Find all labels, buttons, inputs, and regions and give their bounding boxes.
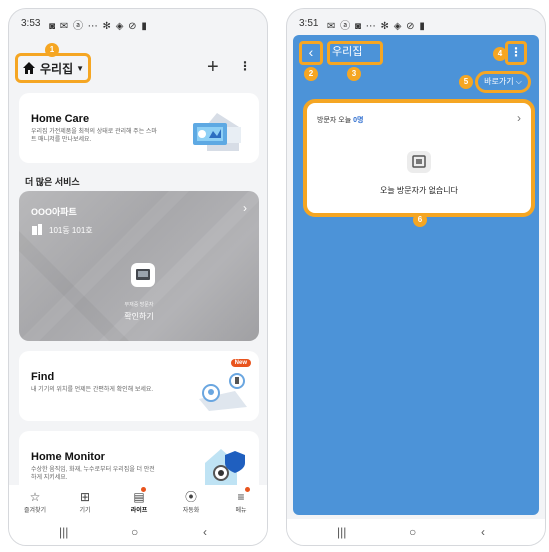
system-navigation: ||| ○ ‹ — [287, 519, 545, 545]
automation-icon: ⦿ — [184, 490, 197, 504]
recent-apps-button[interactable]: ||| — [59, 525, 68, 539]
visitor-count-prefix: 방문자 오늘 — [317, 117, 354, 124]
home-care-illustration-icon — [193, 113, 241, 151]
notification-dot — [141, 487, 146, 492]
home-button[interactable]: ○ — [131, 525, 138, 539]
home-selector[interactable]: 우리집 ▼ — [15, 53, 91, 83]
status-bar: 3:51 ✉ ⓐ ◙ ⋯ ✻ ◈ ⊘ ▮ — [287, 9, 545, 37]
more-options-icon[interactable]: ⋮ — [505, 41, 527, 65]
home-monitor-title: Home Monitor — [31, 451, 105, 463]
recent-apps-button[interactable]: ||| — [337, 525, 346, 539]
home-care-title: Home Care — [31, 113, 90, 125]
phone-left-screen: 3:53 ◙ ✉ ⓐ ⋯ ✻ ◈ ⊘ ▮ 1 우리집 ▼ + ⋮ Home Ca… — [8, 8, 268, 546]
nav-label: 자동화 — [182, 508, 200, 514]
visitor-camera-icon — [131, 263, 155, 287]
apartment-card[interactable]: OOO아파트 101동 101호 › 부재중 방문자 확인하기 — [19, 191, 259, 341]
status-bar: 3:53 ◙ ✉ ⓐ ⋯ ✻ ◈ ⊘ ▮ — [9, 9, 267, 37]
new-badge: New — [230, 359, 251, 367]
nav-life[interactable]: ▤ 라이프 — [115, 489, 163, 514]
life-icon: ▤ — [133, 490, 145, 504]
nav-label: 메뉴 — [235, 508, 247, 514]
chevron-right-icon[interactable]: › — [243, 201, 247, 215]
bottom-navigation: ☆ 즐겨찾기 ⊞ 기기 ▤ 라이프 ⦿ 자동화 ≡ 메뉴 — [9, 485, 267, 519]
nav-favorites[interactable]: ☆ 즐겨찾기 — [11, 489, 59, 514]
status-time: 3:53 — [21, 18, 41, 29]
find-title: Find — [31, 371, 55, 383]
find-card[interactable]: Find 내 기기의 위치를 언제든 간편하게 확인해 보세요. New — [19, 351, 259, 421]
nav-menu[interactable]: ≡ 메뉴 — [217, 489, 265, 514]
more-services-heading: 더 많은 서비스 — [25, 177, 80, 187]
home-care-card[interactable]: Home Care 우리집 가전제품을 최적의 상태로 관리해 주는 스마트 매… — [19, 93, 259, 163]
no-visitors-message: 오늘 방문자가 없습니다 — [379, 186, 459, 195]
screen-title: 우리집 — [327, 41, 383, 65]
home-monitor-icon — [205, 449, 245, 487]
missed-visitor-label: 부재중 방문자 — [124, 302, 154, 308]
nav-label: 즐겨찾기 — [23, 508, 47, 514]
annotation-badge-3: 3 — [347, 67, 361, 81]
visitor-photo-icon — [407, 151, 431, 173]
star-icon: ☆ — [29, 490, 41, 504]
home-icon — [23, 62, 35, 74]
home-care-desc: 우리집 가전제품을 최적의 상태로 관리해 주는 스마트 매니저를 만나보세요. — [31, 129, 157, 143]
visitor-card[interactable]: 방문자 오늘 0명 › 오늘 방문자가 없습니다 — [303, 99, 535, 217]
home-name: 우리집 — [40, 61, 74, 76]
home-button[interactable]: ○ — [409, 525, 416, 539]
notification-dot — [245, 487, 250, 492]
home-monitor-desc: 수상한 움직임, 화재, 누수로부터 우리집을 더 안전하게 지키세요. — [31, 467, 155, 481]
apartment-unit: 101동 101호 — [49, 226, 93, 235]
annotation-badge-5: 5 — [459, 75, 473, 89]
shortcut-button[interactable]: 바로가기 ⌵ — [475, 71, 531, 93]
annotation-badge-6: 6 — [413, 213, 427, 227]
apartment-name: OOO아파트 — [31, 207, 77, 217]
menu-icon: ≡ — [237, 490, 245, 504]
add-button[interactable]: + — [207, 57, 219, 77]
visitor-count-title: 방문자 오늘 0명 — [317, 115, 363, 125]
back-button[interactable]: ‹ — [481, 525, 485, 539]
annotation-badge-4: 4 — [493, 47, 507, 61]
back-arrow-icon[interactable]: ‹ — [299, 41, 323, 65]
check-visitor-link[interactable]: 확인하기 — [19, 311, 259, 322]
annotation-badge-2: 2 — [304, 67, 318, 81]
status-icons: ◙ ✉ ⓐ ⋯ ✻ ◈ ⊘ ▮ — [49, 21, 148, 32]
nav-label: 라이프 — [130, 508, 148, 514]
building-icon — [32, 224, 42, 235]
back-button[interactable]: ‹ — [203, 525, 207, 539]
nav-label: 기기 — [79, 508, 91, 514]
system-navigation: ||| ○ ‹ — [9, 519, 267, 545]
find-desc: 내 기기의 위치를 언제든 간편하게 확인해 보세요. — [31, 387, 154, 393]
phone-right-screen: 3:51 ✉ ⓐ ◙ ⋯ ✻ ◈ ⊘ ▮ ‹ 2 우리집 3 ⋮ 4 5 바로가… — [286, 8, 546, 546]
status-time: 3:51 — [299, 18, 319, 29]
status-icons: ✉ ⓐ ◙ ⋯ ✻ ◈ ⊘ ▮ — [327, 21, 426, 32]
chevron-right-icon[interactable]: › — [517, 111, 521, 125]
nav-devices[interactable]: ⊞ 기기 — [61, 489, 109, 514]
devices-icon: ⊞ — [79, 490, 91, 504]
chevron-down-icon: ▼ — [76, 63, 85, 73]
visitor-count: 0명 — [353, 117, 364, 124]
more-options-icon[interactable]: ⋮ — [239, 59, 251, 73]
find-location-icon — [199, 373, 247, 411]
nav-automation[interactable]: ⦿ 자동화 — [167, 489, 215, 514]
